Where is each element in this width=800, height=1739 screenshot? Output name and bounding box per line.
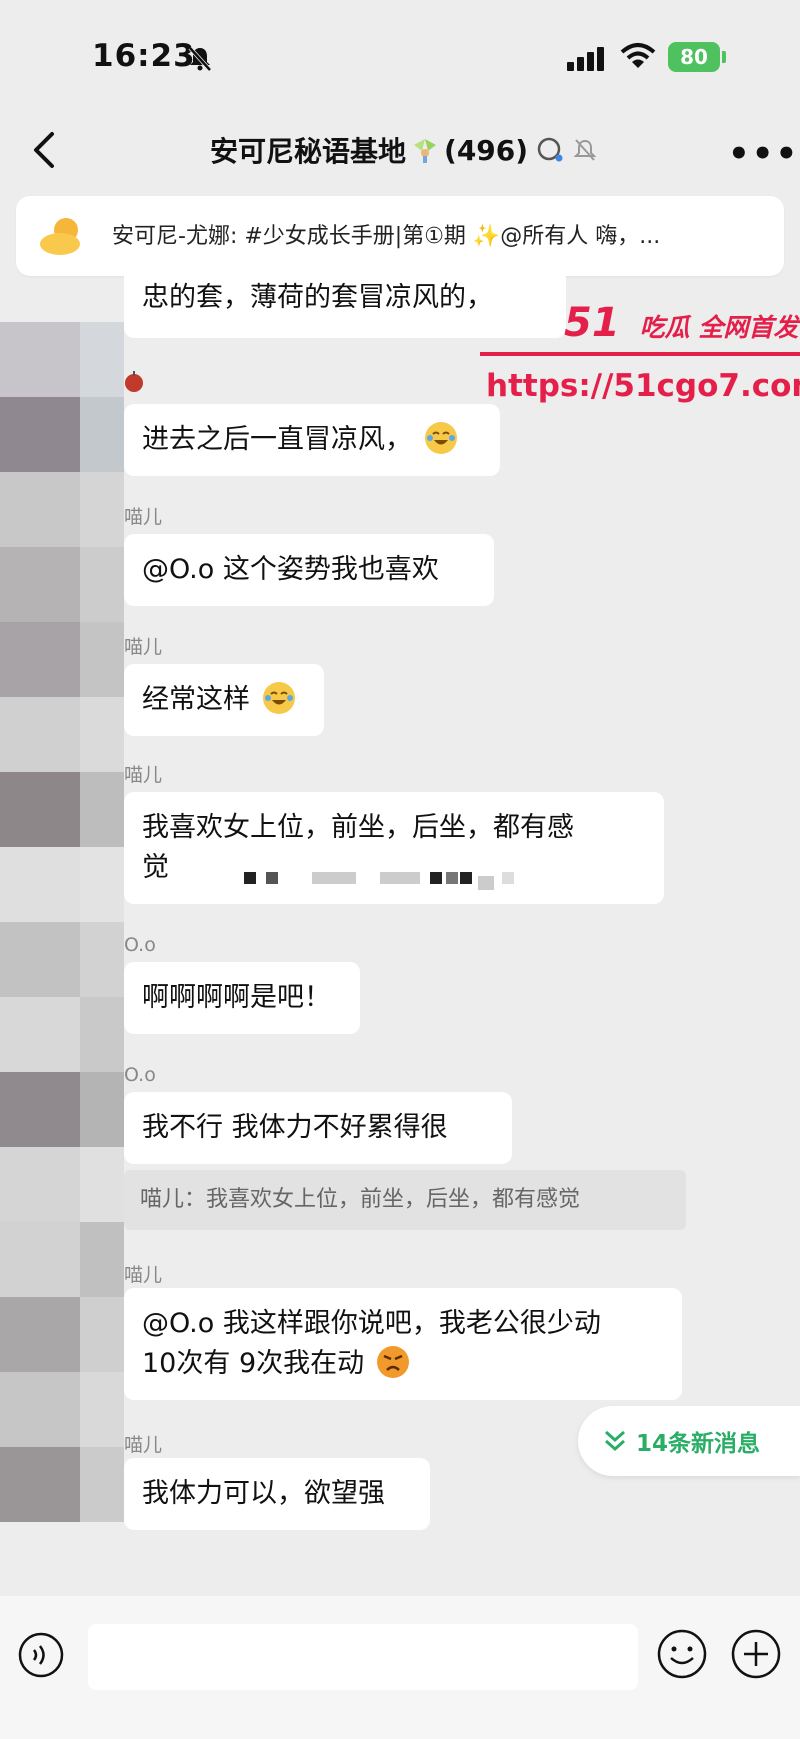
sender-name: 喵儿 <box>124 764 163 786</box>
plus-icon[interactable] <box>730 1628 782 1680</box>
message-text-line1: 我喜欢女上位，前坐，后坐，都有感 <box>142 812 574 843</box>
fairy-emoji-icon <box>414 139 437 163</box>
status-time: 16:23 <box>92 38 196 74</box>
muted-bell-icon <box>573 139 597 161</box>
quoted-message[interactable]: 喵儿：我喜欢女上位，前坐，后坐，都有感觉 <box>124 1170 686 1230</box>
avatar[interactable] <box>0 622 124 772</box>
chat-bubble-icon <box>537 137 563 162</box>
message-bubble[interactable]: 我喜欢女上位，前坐，后坐，都有感 觉 <box>124 792 664 904</box>
message-line2-wrap: 10次有 9次我在动 <box>142 1344 664 1384</box>
message-text: 进去之后一直冒凉风， <box>142 424 412 455</box>
message-text: 经常这样 <box>142 684 250 715</box>
apple-emoji-icon <box>125 371 143 392</box>
avatar[interactable] <box>0 1372 124 1522</box>
watermark-divider <box>480 352 800 356</box>
message-input[interactable] <box>88 1624 638 1690</box>
avatar[interactable] <box>0 772 124 922</box>
sender-name: O.o <box>124 1064 156 1086</box>
message-bubble[interactable]: 啊啊啊啊是吧！ <box>124 962 360 1034</box>
more-options-button[interactable]: ••• <box>728 134 799 174</box>
sun-cloud-icon <box>40 218 80 255</box>
watermark-brand: 51 <box>564 300 620 346</box>
message-text: @O.o 这个姿势我也喜欢 <box>142 554 439 585</box>
group-title: 安可尼秘语基地 <box>210 135 407 168</box>
message-bubble[interactable]: 进去之后一直冒凉风， <box>124 404 500 476</box>
wifi-icon <box>620 43 656 68</box>
message-bubble[interactable]: 我不行 我体力不好累得很 <box>124 1092 512 1164</box>
avatar[interactable] <box>0 322 124 472</box>
avatar[interactable] <box>0 1222 124 1372</box>
new-messages-label: 14条新消息 <box>636 1431 761 1457</box>
message-text: 忠的套，薄荷的套冒凉风的， <box>142 282 493 313</box>
angry-face-emoji-icon <box>376 1346 409 1378</box>
message-text-line2: 10次有 9次我在动 <box>142 1348 365 1379</box>
message-text: 我体力可以，欲望强 <box>142 1478 385 1509</box>
message-text: 我不行 我体力不好累得很 <box>142 1112 448 1143</box>
message-text-line1: @O.o 我这样跟你说吧，我老公很少动 <box>142 1308 601 1339</box>
bell-muted-icon <box>188 46 212 72</box>
sender-name: O.o <box>124 934 156 956</box>
pinned-announcement[interactable]: 安可尼-尤娜: #少女成长手册|第①期 ✨@所有人 嗨，... <box>16 196 784 276</box>
status-bar: 16:23 80 <box>0 0 800 110</box>
signal-icon <box>567 47 604 71</box>
chat-title-area[interactable]: 安可尼秘语基地 (496) <box>210 126 598 174</box>
member-count: (496) <box>444 133 529 167</box>
message-bubble[interactable]: @O.o 我这样跟你说吧，我老公很少动 10次有 9次我在动 <box>124 1288 682 1400</box>
sender-name: 喵儿 <box>124 506 163 528</box>
input-bar <box>0 1596 800 1739</box>
watermark-url: https://51cgo7.com <box>486 368 800 404</box>
voice-input-icon[interactable] <box>18 1632 64 1678</box>
sender-name: 喵儿 <box>124 636 163 658</box>
double-chevron-down-icon <box>605 1430 625 1452</box>
laughing-tears-emoji-icon <box>262 682 295 714</box>
sender-name: 喵儿 <box>124 1264 163 1286</box>
avatar[interactable] <box>0 472 124 622</box>
message-text-line2: 觉 <box>142 852 169 883</box>
avatar[interactable] <box>0 1072 124 1222</box>
battery-indicator: 80 <box>668 42 720 72</box>
redacted-pixels <box>244 868 624 890</box>
emoji-icon[interactable] <box>656 1628 708 1680</box>
avatar[interactable] <box>0 922 124 1072</box>
battery-nub <box>722 51 726 63</box>
message-bubble[interactable]: 经常这样 <box>124 664 324 736</box>
sender-name: 喵儿 <box>124 1434 163 1456</box>
message-text: 啊啊啊啊是吧！ <box>142 982 331 1013</box>
message-bubble[interactable]: 我体力可以，欲望强 <box>124 1458 430 1530</box>
new-messages-button[interactable]: 14条新消息 <box>578 1406 800 1476</box>
chat-header: 安可尼秘语基地 (496) ••• <box>0 110 800 194</box>
laughing-tears-emoji-icon <box>424 422 457 454</box>
message-bubble[interactable]: @O.o 这个姿势我也喜欢 <box>124 534 494 606</box>
back-arrow-icon[interactable] <box>26 128 66 172</box>
announcement-text: 安可尼-尤娜: #少女成长手册|第①期 ✨@所有人 嗨，... <box>112 224 661 249</box>
watermark-tagline: 吃瓜 全网首发 <box>639 313 799 342</box>
watermark-brand-row: 51 吃瓜 全网首发 <box>564 300 798 346</box>
watermark: 51 吃瓜 全网首发 https://51cgo7.com <box>480 300 800 410</box>
